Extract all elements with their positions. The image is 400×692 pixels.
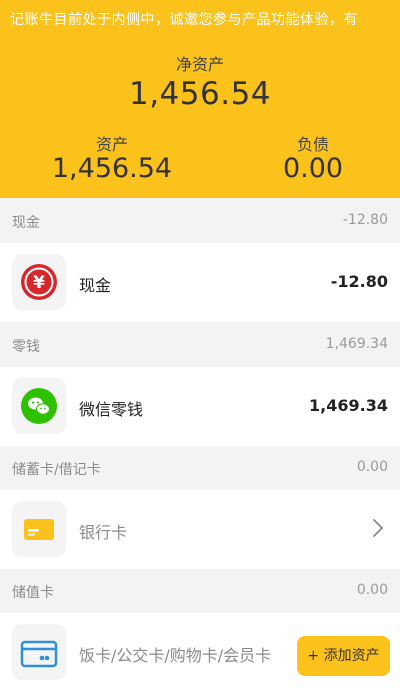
net-assets-label: 净资产: [175, 55, 224, 74]
section-amount: -12.80: [342, 212, 388, 228]
yuan-icon: ¥: [12, 254, 66, 310]
add-asset-button[interactable]: + 添加资产: [297, 636, 390, 676]
section-name: 储蓄卡/借记卡: [12, 462, 101, 478]
account-label: 饭卡/公交卡/购物卡/会员卡: [79, 646, 272, 665]
account-balance: 1,469.34: [309, 396, 388, 415]
section-header-change: 零钱 1,469.34: [0, 323, 400, 367]
section-name: 储值卡: [12, 585, 54, 601]
account-row-wechat[interactable]: 微信零钱 1,469.34: [0, 367, 400, 446]
assets-value: 1,456.54: [51, 153, 173, 184]
section-amount: 0.00: [356, 582, 388, 598]
chevron-right-icon: [373, 519, 383, 537]
assets-label: 资产: [95, 135, 128, 154]
section-header-debit: 储蓄卡/借记卡 0.00: [0, 446, 400, 490]
prepaid-card-icon: [12, 624, 66, 680]
section-amount: 0.00: [356, 459, 388, 475]
account-label: 微信零钱: [79, 400, 144, 419]
notice-marquee[interactable]: 记账牛目前处于内侧中，诚邀您参与产品功能体验，有: [10, 9, 400, 29]
net-assets-value: 1,456.54: [128, 76, 272, 112]
section-header-prepaid: 储值卡 0.00: [0, 569, 400, 613]
account-label: 银行卡: [79, 523, 128, 542]
section-name: 零钱: [12, 339, 40, 355]
bank-card-icon: [12, 501, 66, 557]
account-row-cash[interactable]: ¥ 现金 -12.80: [0, 243, 400, 322]
liabilities-value: 0.00: [282, 153, 344, 184]
account-label: 现金: [79, 276, 112, 295]
summary-header: 记账牛目前处于内侧中，诚邀您参与产品功能体验，有 净资产 1,456.54 资产…: [0, 0, 400, 198]
section-amount: 1,469.34: [325, 336, 388, 352]
svg-text:¥: ¥: [33, 273, 45, 293]
section-name: 现金: [12, 215, 40, 231]
liabilities-label: 负债: [296, 135, 329, 154]
account-row-bank-card[interactable]: 银行卡: [0, 490, 400, 569]
wechat-icon: [12, 378, 66, 434]
section-header-cash: 现金 -12.80: [0, 199, 400, 243]
account-balance: -12.80: [330, 272, 388, 291]
